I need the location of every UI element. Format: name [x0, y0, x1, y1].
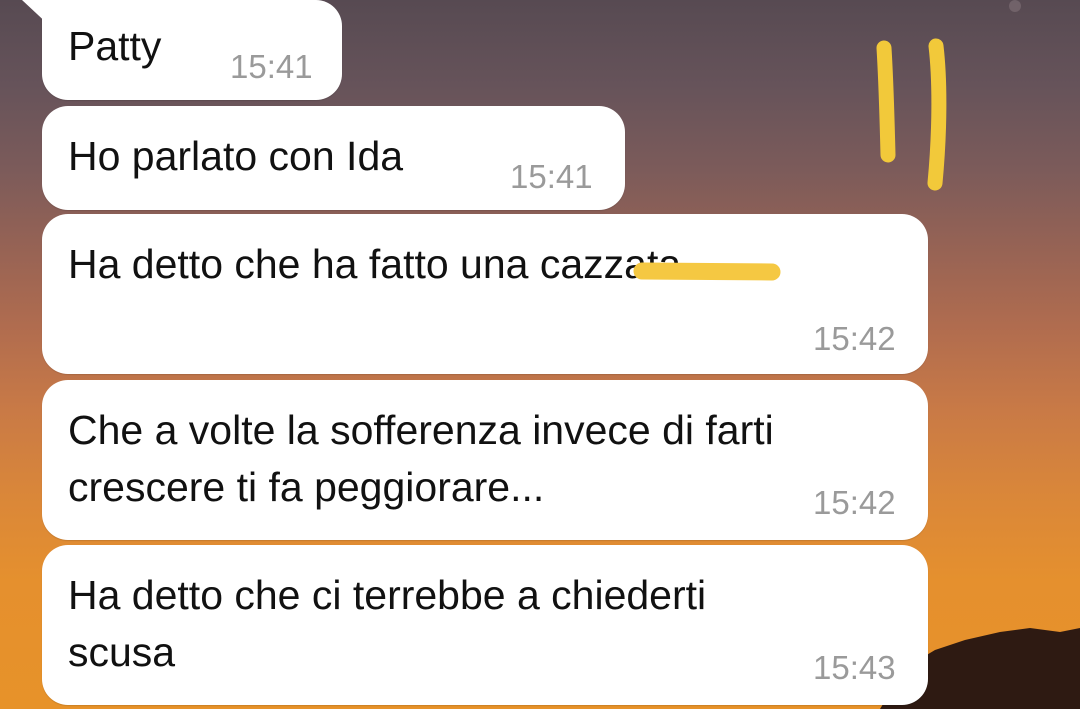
message-text-line-1: Che a volte la sofferenza invece di fart… [68, 407, 774, 453]
message-text-line-2: scusa [68, 629, 176, 675]
message-bubble[interactable]: Ho parlato con Ida 15:41 [42, 106, 625, 210]
message-text: Patty [68, 23, 162, 69]
message-timestamp: 15:42 [813, 320, 896, 357]
message-timestamp: 15:41 [510, 158, 593, 195]
bubble-tail [22, 0, 72, 28]
message-text: Ha detto che ha fatto una cazzata [68, 241, 682, 287]
message-bubble[interactable]: Ha detto che ha fatto una cazzata 15:42 [42, 214, 928, 374]
message-bubble[interactable]: Patty 15:41 [42, 0, 342, 100]
message-bubble[interactable]: Ha detto che ci terrebbe a chiederti scu… [42, 545, 928, 705]
message-timestamp: 15:41 [230, 48, 313, 85]
message-text-line-1: Ha detto che ci terrebbe a chiederti [68, 572, 707, 618]
message-timestamp: 15:43 [813, 649, 896, 686]
message-text-line-2: crescere ti fa peggiorare... [68, 464, 545, 510]
message-text: Ho parlato con Ida [68, 133, 404, 179]
message-timestamp: 15:42 [813, 484, 896, 521]
message-bubble[interactable]: Che a volte la sofferenza invece di fart… [42, 380, 928, 540]
